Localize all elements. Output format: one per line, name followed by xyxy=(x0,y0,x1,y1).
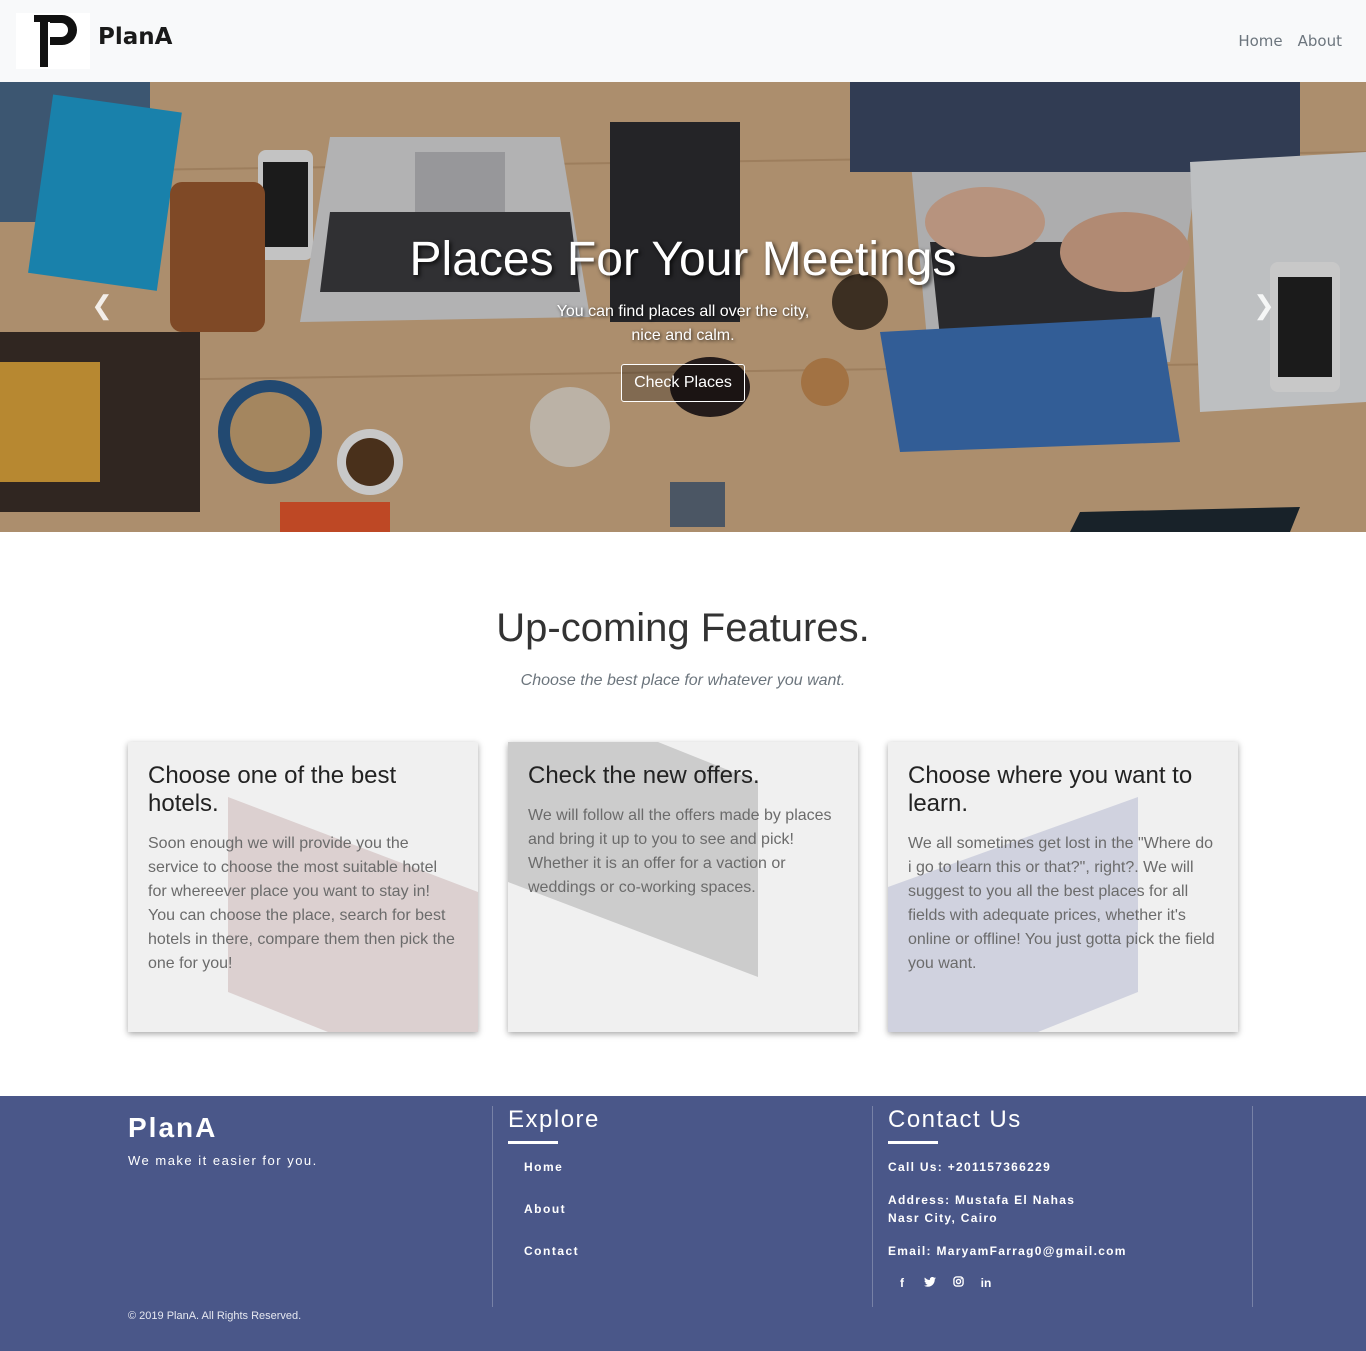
card-title: Choose one of the best hotels. xyxy=(148,762,397,817)
hero-subtitle-line: nice and calm. xyxy=(631,327,735,344)
hero-title: Places For Your Meetings xyxy=(409,233,957,286)
card-text: Soon enough we will provide you the serv… xyxy=(148,835,455,972)
footer-address: Address: Mustafa El Nahas Nasr City, Cai… xyxy=(888,1191,1075,1227)
twitter-icon[interactable] xyxy=(916,1276,944,1294)
footer-address-line: Nasr City, Cairo xyxy=(888,1211,998,1225)
copyright: © 2019 PlanA. All Rights Reserved. xyxy=(128,1310,302,1322)
card-text: We all sometimes get lost in the "Where … xyxy=(908,835,1215,972)
footer-address-line: Address: Mustafa El Nahas xyxy=(888,1193,1076,1207)
nav-link-about[interactable]: About xyxy=(1298,32,1342,50)
footer-brand: PlanA xyxy=(128,1112,218,1143)
footer-link-about[interactable]: About xyxy=(524,1202,566,1216)
card-title: Check the new offers. xyxy=(528,762,760,789)
navbar: PlanA Home About xyxy=(0,0,1366,82)
footer-divider xyxy=(492,1106,493,1307)
features-title: Up-coming Features. xyxy=(496,606,870,650)
linkedin-icon[interactable]: in xyxy=(972,1276,1000,1294)
footer-divider xyxy=(872,1106,873,1307)
footer: PlanA We make it easier for you. Explore… xyxy=(0,1096,1366,1351)
facebook-icon[interactable]: f xyxy=(888,1276,916,1294)
feature-card-offers: Check the new offers. We will follow all… xyxy=(508,742,858,1032)
hero-subtitle-line: You can find places all over the city, xyxy=(556,303,810,320)
card-text: We will follow all the offers made by pl… xyxy=(528,807,832,896)
footer-email: Email: MaryamFarrag0@gmail.com xyxy=(888,1244,1127,1258)
features-subtitle: Choose the best place for whatever you w… xyxy=(520,672,846,689)
footer-heading-underline xyxy=(508,1141,558,1144)
nav-links: Home About xyxy=(1238,32,1342,50)
instagram-icon[interactable] xyxy=(944,1276,972,1294)
logo-p-icon xyxy=(34,15,77,67)
card-title: Choose where you want to learn. xyxy=(908,762,1193,817)
feature-card-learn: Choose where you want to learn. We all s… xyxy=(888,742,1238,1032)
nav-link-home[interactable]: Home xyxy=(1238,32,1282,50)
check-places-button[interactable]: Check Places xyxy=(621,364,745,402)
footer-tagline: We make it easier for you. xyxy=(128,1153,318,1168)
footer-link-contact[interactable]: Contact xyxy=(524,1244,579,1258)
footer-contact-heading: Contact Us xyxy=(888,1106,1022,1133)
feature-card-hotels: Choose one of the best hotels. Soon enou… xyxy=(128,742,478,1032)
hero-subtitle: You can find places all over the city, n… xyxy=(0,300,1366,348)
hero-carousel: ❮ ❯ Places For Your Meetings You can fin… xyxy=(0,82,1366,532)
logo[interactable] xyxy=(16,13,90,69)
footer-phone: Call Us: +201157366229 xyxy=(888,1160,1052,1174)
footer-link-home[interactable]: Home xyxy=(524,1160,563,1174)
social-links: f in xyxy=(888,1276,1000,1294)
footer-heading-underline xyxy=(888,1141,938,1144)
brand-name[interactable]: PlanA xyxy=(98,24,172,50)
footer-divider xyxy=(1252,1106,1253,1307)
footer-explore-heading: Explore xyxy=(508,1106,600,1133)
